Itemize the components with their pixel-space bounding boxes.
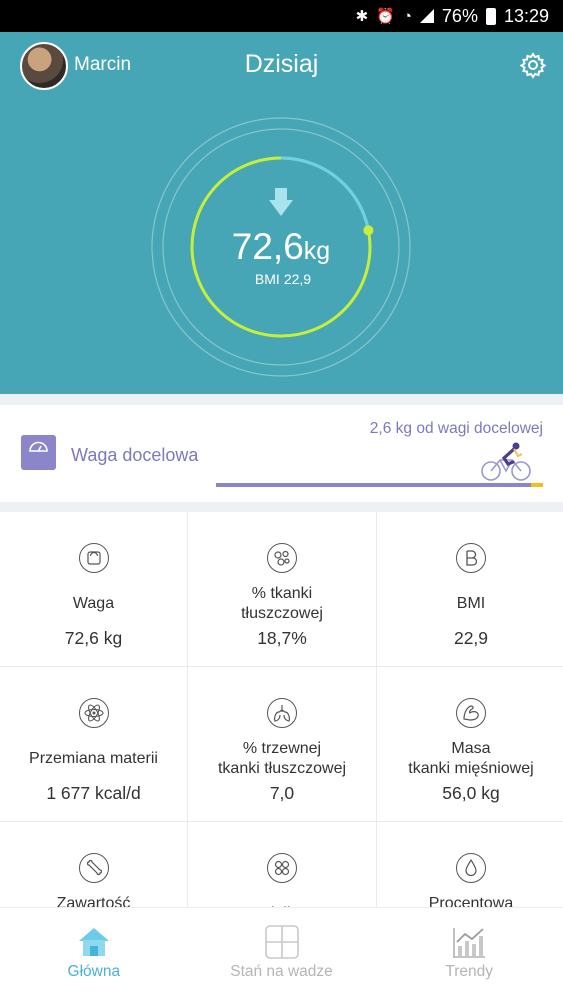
- bmi-icon: [456, 543, 486, 573]
- metrics-grid: Waga 72,6 kg % tkanki tłuszczowej 18,7% …: [0, 512, 563, 908]
- current-weight: 72,6kg: [231, 226, 331, 267]
- clock: 13:29: [503, 5, 549, 26]
- metric-body-fat[interactable]: % tkanki tłuszczowej 18,7%: [188, 512, 376, 666]
- page-title: Dzisiaj: [244, 50, 319, 78]
- metric-muscle-mass[interactable]: Masa tkanki mięśniowej 56,0 kg: [377, 667, 563, 821]
- scale-icon: [21, 435, 56, 470]
- target-weight-diff: 2,6 kg od wagi docelowej: [369, 420, 543, 437]
- nav-step-on-scale[interactable]: Stań na wadze: [188, 908, 376, 1000]
- alarm-icon: ⏰: [376, 8, 395, 25]
- metric-metabolism[interactable]: Przemiana materii 1 677 kcal/d: [0, 667, 187, 821]
- bmi-readout: BMI 22,9: [254, 271, 312, 287]
- cyclist-icon: [481, 442, 531, 481]
- fat-cells-icon: [267, 543, 297, 573]
- metric-bone-mineral[interactable]: Zawartość minerałów w kościach: [0, 822, 187, 908]
- app-screen: ✱ ⏰ ◔ 76% 13:29 Marcin Dzisiaj 72,6kg BM…: [0, 0, 563, 1000]
- scale-icon: [78, 543, 109, 573]
- atom-icon: [78, 698, 109, 728]
- target-progress-bar: [216, 483, 543, 487]
- today-header: Marcin Dzisiaj 72,6kg BMI 22,9: [0, 32, 563, 394]
- bluetooth-icon: ✱: [355, 8, 369, 25]
- nav-trends[interactable]: Trendy: [375, 908, 563, 1000]
- metric-protein[interactable]: Białko: [188, 822, 376, 908]
- chart-icon: [453, 928, 486, 958]
- battery-percent: 76%: [441, 5, 478, 26]
- home-icon: [78, 928, 109, 956]
- bottom-nav: Główna Stań na wadze Trendy: [0, 908, 563, 1000]
- wifi-icon: ◔: [402, 7, 412, 25]
- battery-icon: [485, 7, 496, 25]
- arrow-down-icon: [269, 188, 293, 216]
- status-bar: ✱ ⏰ ◔ 76% 13:29: [0, 0, 563, 32]
- scale-grid-icon: [264, 925, 299, 959]
- water-drop-icon: [456, 853, 486, 883]
- nav-home[interactable]: Główna: [0, 908, 188, 1000]
- target-weight-label: Waga docelowa: [71, 445, 199, 465]
- gauge-remaining-arc: [280, 156, 370, 231]
- protein-icon: [267, 853, 297, 883]
- signal-icon: [419, 9, 434, 23]
- bone-icon: [78, 853, 109, 883]
- target-weight-card[interactable]: Waga docelowa 2,6 kg od wagi docelowej: [0, 405, 563, 502]
- metric-bmi[interactable]: BMI 22,9: [377, 512, 563, 666]
- metric-visceral-fat[interactable]: % trzewnej tkanki tłuszczowej 7,0: [188, 667, 376, 821]
- metric-body-water[interactable]: Procentowa zawartość wody: [377, 822, 563, 908]
- muscle-icon: [456, 698, 486, 728]
- metric-weight[interactable]: Waga 72,6 kg: [0, 512, 187, 666]
- gear-icon[interactable]: [518, 50, 548, 80]
- lungs-icon: [267, 698, 297, 728]
